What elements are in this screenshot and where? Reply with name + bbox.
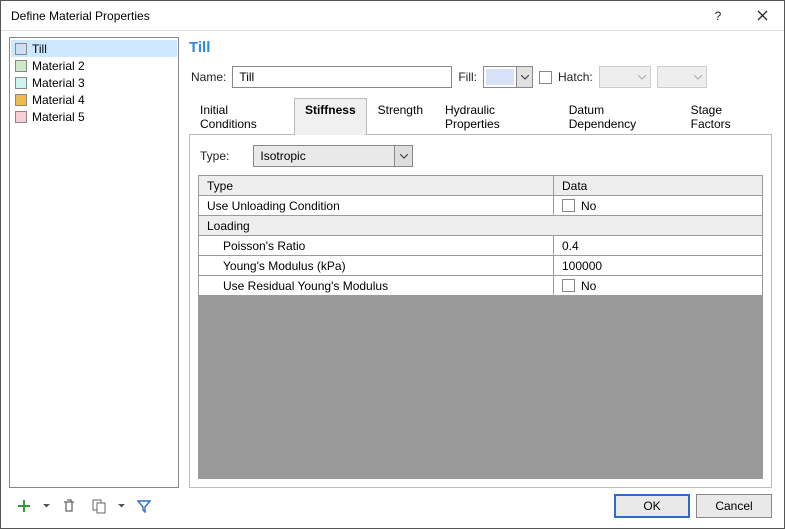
help-icon: ? <box>715 9 722 23</box>
copy-icon <box>91 498 107 514</box>
grid-row[interactable]: Use Unloading ConditionNo <box>199 196 762 216</box>
material-swatch <box>15 94 27 106</box>
hatch-label: Hatch: <box>558 70 593 84</box>
grid-rows: Use Unloading ConditionNoLoadingPoisson'… <box>199 196 762 296</box>
fill-color-dropdown[interactable] <box>483 66 533 88</box>
tab-strip: Initial ConditionsStiffnessStrengthHydra… <box>189 98 772 135</box>
grid-cell-value[interactable]: No <box>554 276 762 295</box>
chevron-down-icon <box>634 75 650 80</box>
grid-checkbox[interactable] <box>562 279 575 292</box>
materials-list[interactable]: Till Material 2 Material 3 Material 4 Materi… <box>9 37 179 488</box>
material-heading: Till <box>185 37 776 66</box>
tab[interactable]: Initial Conditions <box>189 98 294 135</box>
material-item[interactable]: Material 2 <box>11 57 177 74</box>
hatch-checkbox[interactable] <box>539 71 552 84</box>
material-label: Till <box>32 42 47 56</box>
grid-cell-label: Use Residual Young's Modulus <box>199 276 554 295</box>
type-dropdown[interactable]: Isotropic <box>253 145 413 167</box>
plus-icon <box>16 498 32 514</box>
type-label: Type: <box>200 149 229 163</box>
filter-button[interactable] <box>133 495 155 517</box>
window-title: Define Material Properties <box>1 9 696 23</box>
grid-cell-value[interactable]: No <box>554 196 762 215</box>
titlebar: Define Material Properties ? <box>1 1 784 31</box>
main-panel: Till Name: Fill: Hatch: <box>185 37 776 488</box>
fill-preview <box>486 69 514 85</box>
tab[interactable]: Strength <box>367 98 434 135</box>
tab[interactable]: Stage Factors <box>680 98 772 135</box>
material-swatch <box>15 111 27 123</box>
tab[interactable]: Datum Dependency <box>558 98 680 135</box>
type-row: Type: Isotropic <box>198 145 763 175</box>
delete-button[interactable] <box>58 495 80 517</box>
grid-cell-value[interactable]: 100000 <box>554 256 762 275</box>
grid-cell-value[interactable]: 0.4 <box>554 236 762 255</box>
tab[interactable]: Stiffness <box>294 98 367 135</box>
chevron-down-icon[interactable] <box>118 504 125 508</box>
material-label: Material 3 <box>32 76 85 90</box>
material-swatch <box>15 60 27 72</box>
chevron-down-icon <box>516 67 532 87</box>
close-icon <box>757 10 768 21</box>
fill-label: Fill: <box>458 70 477 84</box>
grid-header: Type Data <box>199 176 762 196</box>
material-item[interactable]: Till <box>11 40 177 57</box>
add-button[interactable] <box>13 495 35 517</box>
type-value: Isotropic <box>254 149 394 163</box>
help-button[interactable]: ? <box>696 1 740 31</box>
properties-grid[interactable]: Type Data Use Unloading ConditionNoLoadi… <box>198 175 763 479</box>
material-label: Material 4 <box>32 93 85 107</box>
footer-toolbar <box>13 495 155 517</box>
ok-button[interactable]: OK <box>614 494 690 518</box>
material-item[interactable]: Material 5 <box>11 108 177 125</box>
hatch-color-dropdown <box>657 66 707 88</box>
name-label: Name: <box>191 70 226 84</box>
footer: OK Cancel <box>1 490 784 528</box>
chevron-down-icon <box>394 146 412 166</box>
material-item[interactable]: Material 4 <box>11 91 177 108</box>
grid-header-data: Data <box>554 176 762 195</box>
grid-checkbox[interactable] <box>562 199 575 212</box>
chevron-down-icon <box>690 75 706 80</box>
copy-button[interactable] <box>88 495 110 517</box>
chevron-down-icon[interactable] <box>43 504 50 508</box>
grid-header-type: Type <box>199 176 554 195</box>
name-fill-row: Name: Fill: Hatch: <box>185 66 776 98</box>
tab-content: Type: Isotropic Type Data Use Unloading … <box>189 135 772 488</box>
hatch-pattern-dropdown <box>599 66 651 88</box>
grid-cell-label: Loading <box>199 216 762 235</box>
trash-icon <box>62 498 76 514</box>
cancel-button[interactable]: Cancel <box>696 494 772 518</box>
grid-row[interactable]: Use Residual Young's ModulusNo <box>199 276 762 296</box>
grid-empty-area <box>199 296 762 478</box>
close-button[interactable] <box>740 1 784 31</box>
dialog-body: Till Material 2 Material 3 Material 4 Materi… <box>1 31 784 490</box>
dialog-window: Define Material Properties ? Till Materia… <box>0 0 785 529</box>
grid-row[interactable]: Poisson's Ratio0.4 <box>199 236 762 256</box>
grid-row[interactable]: Young's Modulus (kPa)100000 <box>199 256 762 276</box>
grid-cell-label: Use Unloading Condition <box>199 196 554 215</box>
material-label: Material 2 <box>32 59 85 73</box>
material-swatch <box>15 77 27 89</box>
grid-cell-label: Poisson's Ratio <box>199 236 554 255</box>
grid-row[interactable]: Loading <box>199 216 762 236</box>
material-item[interactable]: Material 3 <box>11 74 177 91</box>
name-input[interactable] <box>232 66 452 88</box>
grid-cell-label: Young's Modulus (kPa) <box>199 256 554 275</box>
material-label: Material 5 <box>32 110 85 124</box>
filter-icon <box>137 499 151 513</box>
material-swatch <box>15 43 27 55</box>
tab[interactable]: Hydraulic Properties <box>434 98 558 135</box>
